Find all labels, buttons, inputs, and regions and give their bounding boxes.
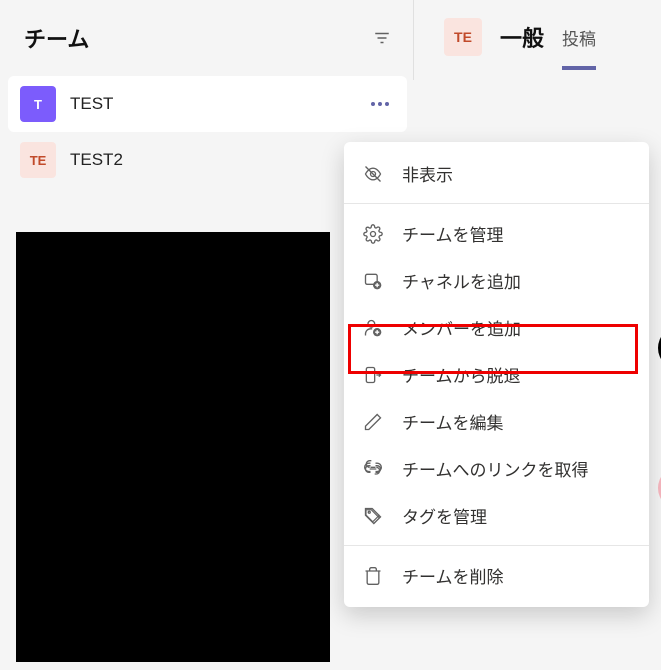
team-avatar: TE xyxy=(20,142,56,178)
leave-icon xyxy=(362,364,384,386)
tag-icon xyxy=(362,505,384,527)
menu-label: メンバーを追加 xyxy=(402,315,521,340)
menu-label: タグを管理 xyxy=(402,503,487,528)
channel-team-avatar: TE xyxy=(444,18,482,56)
team-name-label: TEST xyxy=(70,94,365,114)
menu-divider xyxy=(344,545,649,546)
menu-label: チームを編集 xyxy=(402,409,504,434)
sidebar-header: チーム xyxy=(0,0,415,76)
edit-icon xyxy=(362,411,384,433)
menu-add-member[interactable]: メンバーを追加 xyxy=(344,304,649,351)
menu-edit-team[interactable]: チームを編集 xyxy=(344,398,649,445)
sidebar-title: チーム xyxy=(24,22,89,54)
team-more-button[interactable] xyxy=(365,96,395,112)
team-item-test[interactable]: T TEST xyxy=(8,76,407,132)
team-avatar: T xyxy=(20,86,56,122)
menu-manage-tags[interactable]: タグを管理 xyxy=(344,492,649,539)
menu-label: 非表示 xyxy=(402,161,453,186)
link-icon xyxy=(362,458,384,480)
channel-header-panel: TE 一般 投稿 xyxy=(413,0,661,80)
filter-icon[interactable] xyxy=(373,29,391,47)
menu-hide[interactable]: 非表示 xyxy=(344,150,649,197)
menu-label: チームを削除 xyxy=(402,563,504,588)
menu-divider xyxy=(344,203,649,204)
redacted-region xyxy=(16,232,330,662)
menu-label: チームを管理 xyxy=(402,221,504,246)
add-channel-icon xyxy=(362,270,384,292)
team-context-menu: 非表示 チームを管理 チャネルを追加 メンバーを追加 チームから脱退 チームを編… xyxy=(344,142,649,607)
menu-add-channel[interactable]: チャネルを追加 xyxy=(344,257,649,304)
add-member-icon xyxy=(362,317,384,339)
channel-name: 一般 xyxy=(500,21,544,53)
gear-icon xyxy=(362,223,384,245)
menu-delete-team[interactable]: チームを削除 xyxy=(344,552,649,599)
menu-label: チームから脱退 xyxy=(402,362,521,387)
eye-off-icon xyxy=(362,163,384,185)
menu-get-link[interactable]: チームへのリンクを取得 xyxy=(344,445,649,492)
menu-label: チームへのリンクを取得 xyxy=(402,456,589,481)
tab-posts[interactable]: 投稿 xyxy=(562,25,596,50)
menu-manage-team[interactable]: チームを管理 xyxy=(344,210,649,257)
menu-label: チャネルを追加 xyxy=(402,268,521,293)
menu-leave-team[interactable]: チームから脱退 xyxy=(344,351,649,398)
trash-icon xyxy=(362,565,384,587)
